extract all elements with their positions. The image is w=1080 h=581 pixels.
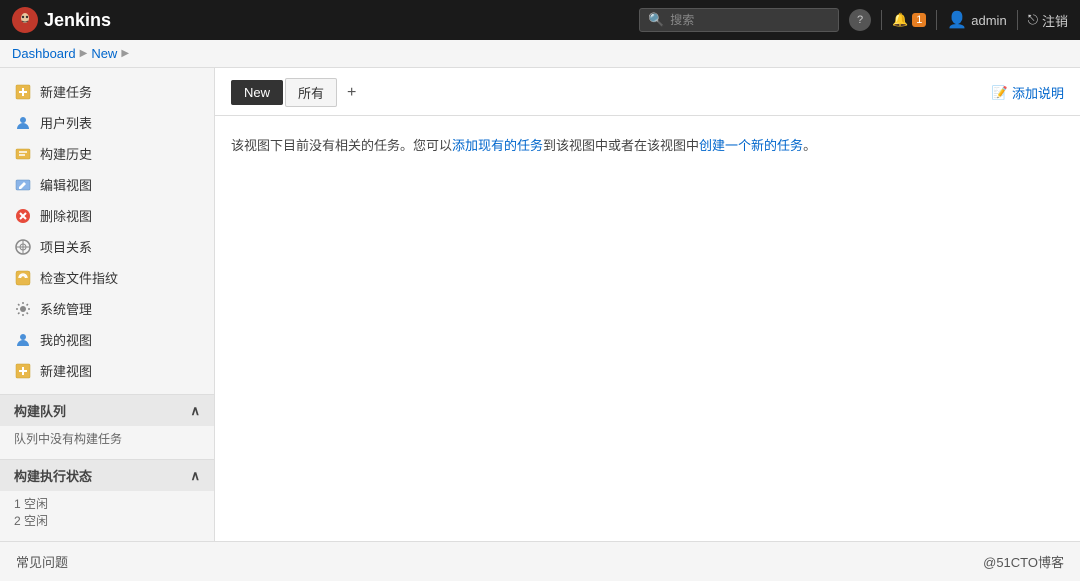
- footer-left: 常见问题: [16, 552, 68, 571]
- sidebar-item-new-task[interactable]: 新建任务: [0, 76, 214, 107]
- content-middle: 到该视图中或者在该视图中: [543, 138, 699, 153]
- sidebar-item-my-view[interactable]: 我的视图: [0, 324, 214, 355]
- header-divider-1: [881, 10, 882, 30]
- edit-view-icon: [14, 176, 32, 194]
- build-history-icon: [14, 145, 32, 163]
- user-icon: 👤: [947, 10, 967, 30]
- search-input[interactable]: [670, 13, 810, 27]
- sidebar-item-edit-view[interactable]: 编辑视图: [0, 169, 214, 200]
- search-icon: 🔍: [648, 12, 664, 28]
- search-box[interactable]: 🔍: [639, 8, 839, 32]
- layout: 新建任务 用户列表 构建历史 编辑视图 删除视图: [0, 68, 1080, 541]
- new-task-icon: [14, 83, 32, 101]
- header-divider-2: [936, 10, 937, 30]
- add-existing-task-link[interactable]: 添加现有的任务: [452, 138, 543, 153]
- build-queue-content: 队列中没有构建任务: [0, 426, 214, 451]
- build-exec-section: 构建执行状态 ∧ 1 空闲 2 空闲: [0, 459, 214, 533]
- logout-label: 注销: [1042, 11, 1068, 30]
- add-description-icon: 📝: [992, 85, 1008, 101]
- notifications-button[interactable]: 🔔 1: [892, 12, 926, 28]
- sidebar-item-user-list[interactable]: 用户列表: [0, 107, 214, 138]
- sidebar-label-user-list: 用户列表: [40, 113, 92, 132]
- tab-new[interactable]: New: [231, 80, 283, 105]
- check-fingerprint-icon: [14, 269, 32, 287]
- sidebar-item-project-relation[interactable]: 项目关系: [0, 231, 214, 262]
- content-end: 。: [803, 138, 816, 153]
- sidebar-label-check-fingerprint: 检查文件指纹: [40, 268, 118, 287]
- build-queue-section: 构建队列 ∧ 队列中没有构建任务: [0, 394, 214, 451]
- sidebar: 新建任务 用户列表 构建历史 编辑视图 删除视图: [0, 68, 215, 541]
- sidebar-item-check-fingerprint[interactable]: 检查文件指纹: [0, 262, 214, 293]
- main-area: New 所有 + 📝 添加说明 该视图下目前没有相关的任务。您可以添加现有的任务…: [215, 68, 1080, 541]
- sidebar-label-edit-view: 编辑视图: [40, 175, 92, 194]
- tab-add-button[interactable]: +: [339, 81, 364, 105]
- build-queue-header[interactable]: 构建队列 ∧: [0, 395, 214, 426]
- logout-icon: ⎋: [1028, 12, 1038, 28]
- logo-icon: [12, 7, 38, 33]
- sidebar-item-delete-view[interactable]: 删除视图: [0, 200, 214, 231]
- sidebar-label-project-relation: 项目关系: [40, 237, 92, 256]
- build-queue-collapse-icon: ∧: [190, 403, 200, 419]
- main-toolbar: New 所有 + 📝 添加说明: [215, 68, 1080, 116]
- notification-badge: 1: [912, 13, 926, 27]
- content-desc: 该视图下目前没有相关的任务。您可以: [231, 138, 452, 153]
- logout-button[interactable]: ⎋ 注销: [1028, 11, 1068, 30]
- sidebar-label-system-manage: 系统管理: [40, 299, 92, 318]
- add-description-label: 添加说明: [1012, 83, 1064, 102]
- sidebar-label-build-history: 构建历史: [40, 144, 92, 163]
- header-divider-3: [1017, 10, 1018, 30]
- tab-all[interactable]: 所有: [285, 78, 337, 107]
- sidebar-item-system-manage[interactable]: 系统管理: [0, 293, 214, 324]
- build-exec-header[interactable]: 构建执行状态 ∧: [0, 460, 214, 491]
- project-relation-icon: [14, 238, 32, 256]
- sidebar-item-new-view[interactable]: 新建视图: [0, 355, 214, 386]
- breadcrumb: Dashboard ▶ New ▶: [0, 40, 1080, 68]
- build-exec-content: 1 空闲 2 空闲: [0, 491, 214, 533]
- footer: 常见问题 @51CTO博客: [0, 541, 1080, 581]
- header: Jenkins 🔍 ? 🔔 1 👤 admin ⎋ 注销: [0, 0, 1080, 40]
- build-exec-title: 构建执行状态: [14, 466, 92, 485]
- footer-right: @51CTO博客: [983, 552, 1064, 571]
- sidebar-label-my-view: 我的视图: [40, 330, 92, 349]
- build-exec-item-2: 2 空闲: [14, 512, 200, 529]
- sidebar-label-new-task: 新建任务: [40, 82, 92, 101]
- system-manage-icon: [14, 300, 32, 318]
- tab-bar: New 所有 +: [231, 78, 364, 107]
- build-exec-collapse-icon: ∧: [190, 468, 200, 484]
- user-name: admin: [971, 13, 1006, 28]
- create-new-task-link[interactable]: 创建一个新的任务: [699, 138, 803, 153]
- sidebar-label-delete-view: 删除视图: [40, 206, 92, 225]
- main-content: 该视图下目前没有相关的任务。您可以添加现有的任务到该视图中或者在该视图中创建一个…: [215, 116, 1080, 177]
- bell-icon: 🔔: [892, 12, 908, 28]
- breadcrumb-sep-1: ▶: [80, 48, 88, 59]
- build-queue-title: 构建队列: [14, 401, 66, 420]
- breadcrumb-sep-2: ▶: [121, 48, 129, 59]
- user-menu[interactable]: 👤 admin: [947, 10, 1006, 30]
- sidebar-label-new-view: 新建视图: [40, 361, 92, 380]
- new-view-icon: [14, 362, 32, 380]
- breadcrumb-new[interactable]: New: [91, 46, 117, 61]
- build-queue-empty: 队列中没有构建任务: [14, 432, 122, 446]
- help-button[interactable]: ?: [849, 9, 871, 31]
- sidebar-item-build-history[interactable]: 构建历史: [0, 138, 214, 169]
- my-view-icon: [14, 331, 32, 349]
- add-description-button[interactable]: 📝 添加说明: [992, 83, 1064, 102]
- breadcrumb-dashboard[interactable]: Dashboard: [12, 46, 76, 61]
- delete-view-icon: [14, 207, 32, 225]
- build-exec-item-1: 1 空闲: [14, 495, 200, 512]
- user-list-icon: [14, 114, 32, 132]
- logo-text: Jenkins: [44, 10, 111, 31]
- logo: Jenkins: [12, 7, 111, 33]
